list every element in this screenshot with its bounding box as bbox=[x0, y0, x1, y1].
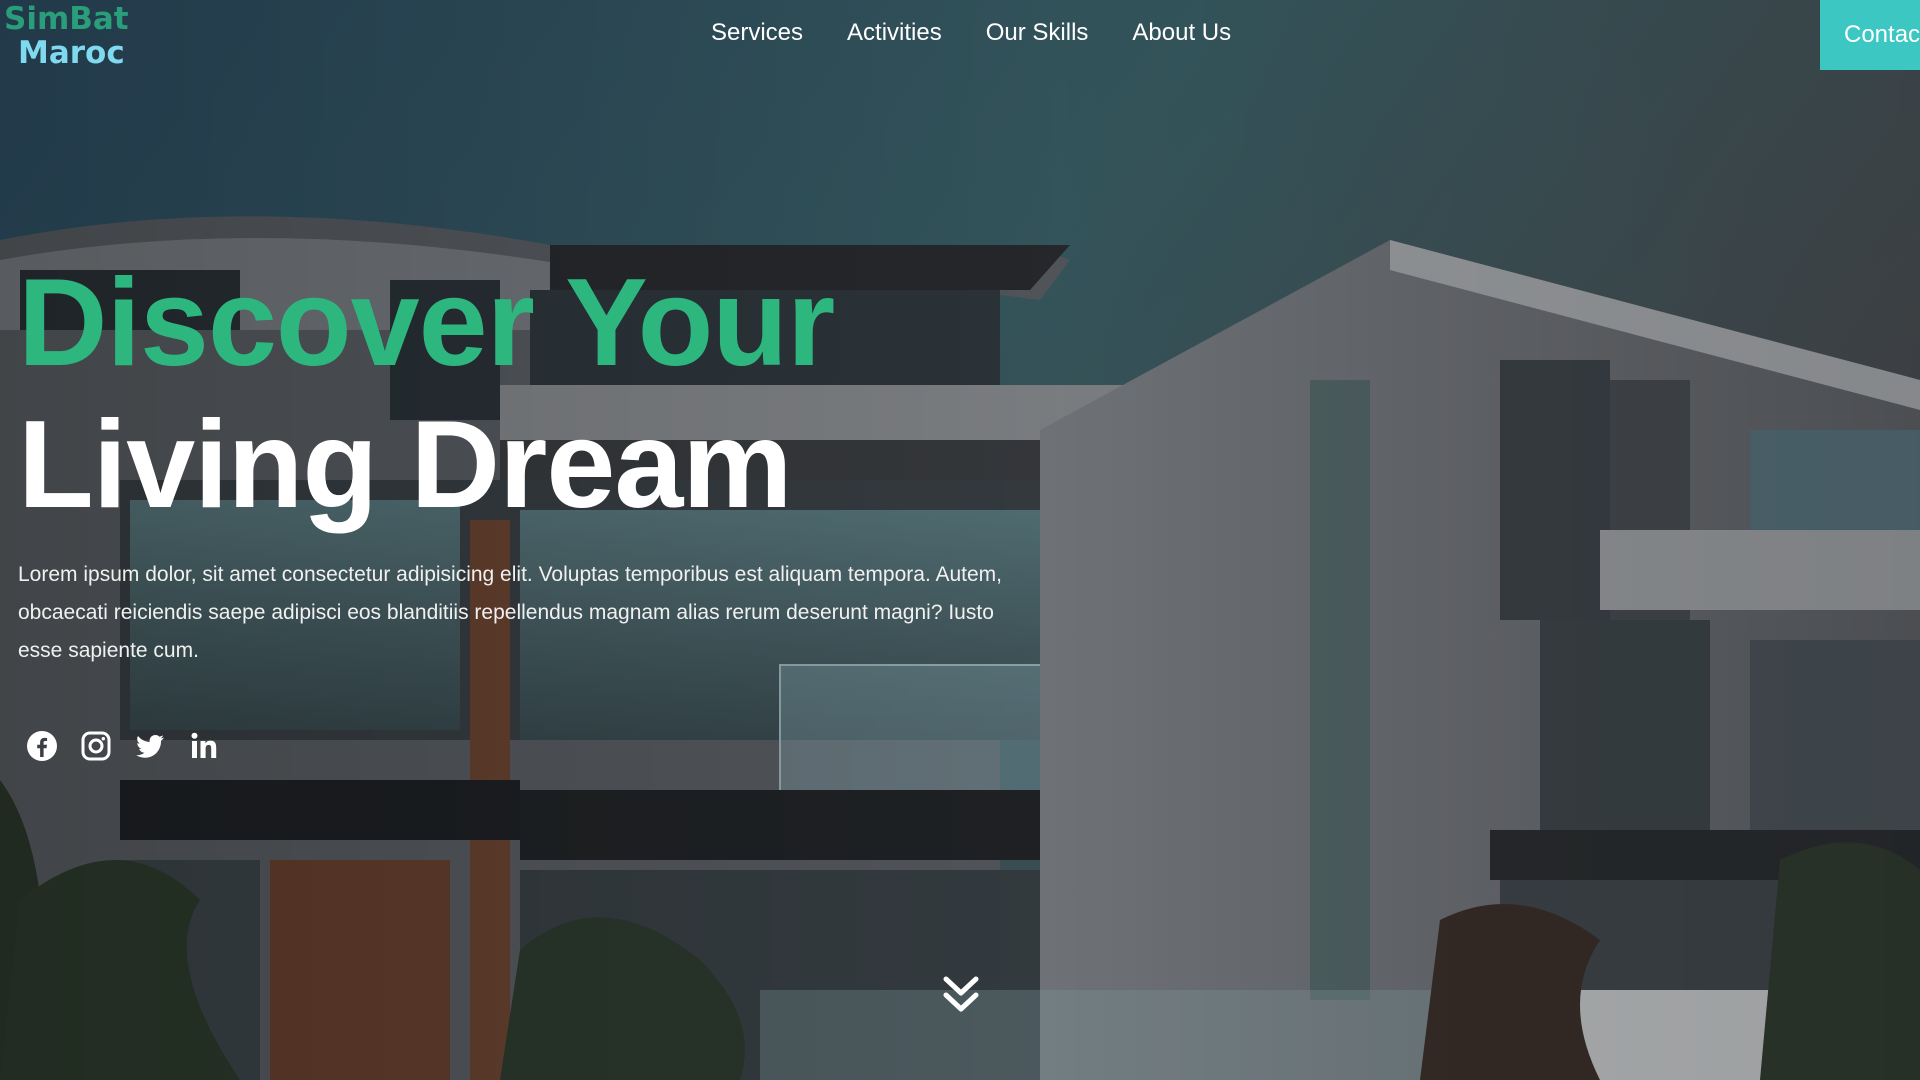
scroll-down-chevron-icon[interactable] bbox=[941, 975, 981, 1017]
hero-headline-line2: Living Dream bbox=[18, 396, 793, 534]
facebook-icon[interactable] bbox=[26, 730, 58, 762]
brand-logo[interactable]: SimBat Maroc bbox=[4, 2, 129, 70]
instagram-icon[interactable] bbox=[80, 730, 112, 762]
contact-button[interactable]: Contact bbox=[1820, 0, 1920, 70]
hero-dark-overlay bbox=[0, 0, 1920, 1080]
hero-description: Lorem ipsum dolor, sit amet consectetur … bbox=[18, 563, 1002, 662]
nav-item-our-skills[interactable]: Our Skills bbox=[986, 18, 1089, 48]
nav-item-services[interactable]: Services bbox=[711, 18, 803, 48]
hero-headline-line1: Discover Your bbox=[18, 254, 835, 392]
nav-item-activities[interactable]: Activities bbox=[847, 18, 942, 48]
twitter-icon[interactable] bbox=[134, 730, 166, 762]
linkedin-icon[interactable] bbox=[188, 730, 220, 762]
brand-logo-line2: Maroc bbox=[18, 35, 125, 71]
nav-item-about-us[interactable]: About Us bbox=[1132, 18, 1231, 48]
main-nav: Services Activities Our Skills About Us bbox=[711, 18, 1231, 48]
brand-logo-line1: SimBat bbox=[4, 1, 129, 37]
hero-section: SimBat Maroc Services Activities Our Ski… bbox=[0, 0, 1920, 1080]
social-links bbox=[26, 730, 220, 762]
